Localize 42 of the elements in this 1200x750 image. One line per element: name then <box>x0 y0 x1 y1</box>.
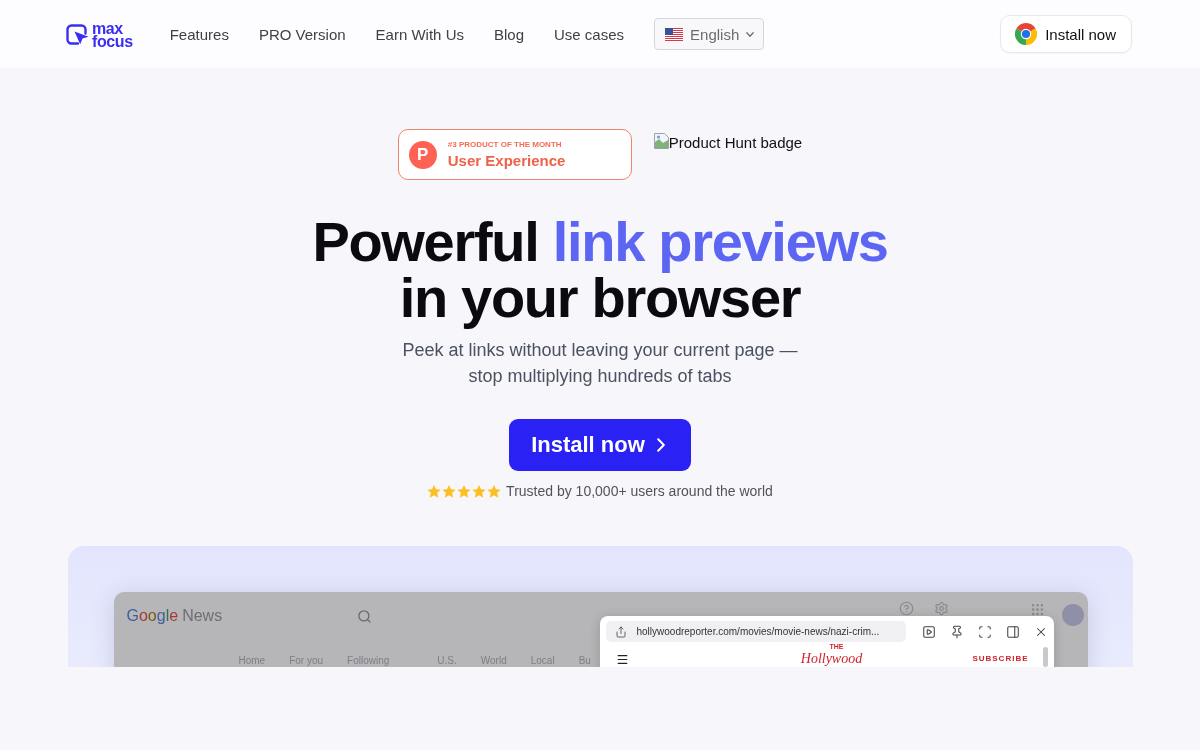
star-icon <box>457 484 472 498</box>
site-logo: Hollywood <box>800 651 863 667</box>
star-icon <box>472 484 487 498</box>
nav-link[interactable]: PRO Version <box>258 25 346 43</box>
language-select[interactable]: English <box>654 18 765 50</box>
menu-icon[interactable] <box>615 653 629 666</box>
install-button[interactable]: Install now <box>1000 15 1132 53</box>
share-icon[interactable] <box>614 625 627 638</box>
url-text: hollywoodreporter.com/movies/movie-news/nazi-crim... <box>636 625 880 638</box>
award-category-text: User Experience <box>447 151 566 170</box>
fullscreen-icon[interactable] <box>977 624 992 639</box>
broken-image-icon <box>653 133 669 149</box>
image-alt-text: Product Hunt badge <box>668 134 803 152</box>
play-icon[interactable] <box>921 624 936 639</box>
award-rank-text: #3 PRODUCT OF THE MONTH <box>447 139 563 150</box>
chevron-down-icon <box>746 31 755 37</box>
subscribe-link[interactable]: SUBSCRIBE <box>972 654 1029 664</box>
scrollbar[interactable] <box>1042 647 1048 667</box>
pin-icon[interactable] <box>949 624 964 639</box>
nav-link[interactable]: Blog <box>493 25 524 43</box>
logo-icon[interactable] <box>66 23 90 45</box>
rating-text: Trusted by 10,000+ users around the world <box>506 482 773 501</box>
flag-icon <box>665 27 684 41</box>
award-logo: P <box>408 140 437 169</box>
subtitle: Peek at links without leaving your current page — stop multiplying hundreds of tabs <box>402 339 798 388</box>
search-icon[interactable] <box>356 608 372 624</box>
chrome-logo-icon <box>1015 23 1038 45</box>
sidebar-icon[interactable] <box>1005 624 1020 639</box>
star-icon <box>487 484 502 498</box>
star-icon <box>427 484 442 498</box>
news-logo-text: News <box>182 607 223 625</box>
logo-text[interactable]: focus <box>92 35 133 48</box>
install-button[interactable]: Install now <box>509 419 691 471</box>
nav-link[interactable]: Features <box>169 25 229 43</box>
award-badge[interactable]: P #3 PRODUCT OF THE MONTH User Experience <box>397 129 632 180</box>
nav-link[interactable]: Earn With Us <box>375 25 464 43</box>
nav-link[interactable]: Use cases <box>554 25 625 43</box>
logo-text[interactable]: max <box>92 22 133 35</box>
star-icon <box>442 484 457 498</box>
chevron-right-icon <box>656 438 665 452</box>
news-logo-text: Google <box>126 607 179 625</box>
dots-grid-icon[interactable] <box>1029 601 1045 617</box>
